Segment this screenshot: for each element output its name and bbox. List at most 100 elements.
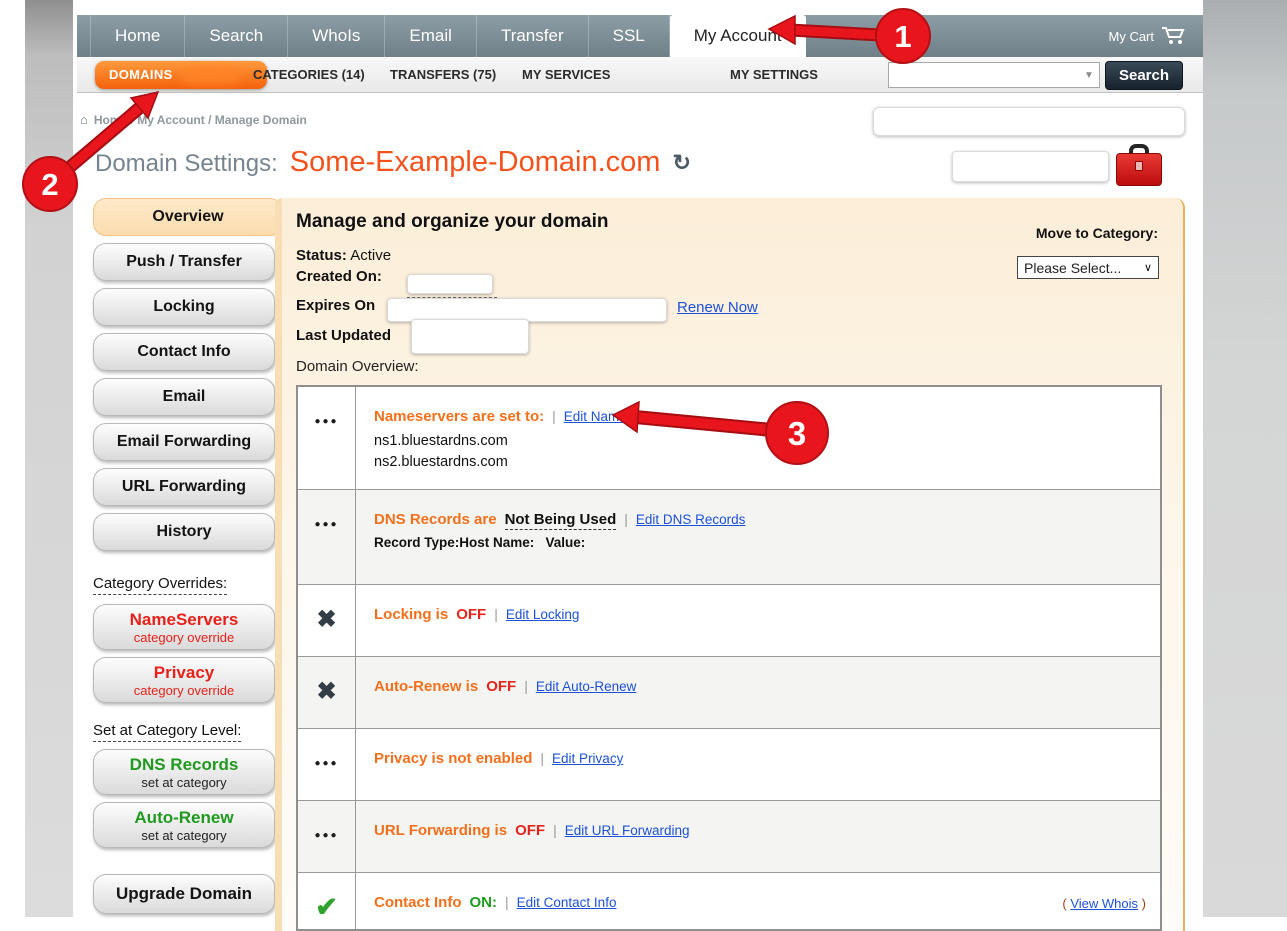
move-to-category-label: Move to Category: [1036,225,1158,241]
row-label: URL Forwarding is [374,822,507,839]
sidebar-item-privacy-override[interactable]: Privacy category override [93,657,275,703]
tab-ssl[interactable]: SSL [589,15,670,57]
status-line: Status: Active [296,247,391,264]
table-row-auto-renew: ✖ Auto-Renew is OFF | Edit Auto-Renew [298,656,1160,728]
breadcrumb: ⌂ Home / My Account / Manage Domain [80,112,307,127]
tab-whois[interactable]: WhoIs [288,15,385,57]
subnav-item-my-settings[interactable]: MY SETTINGS [730,57,818,92]
expires-line: Expires On [296,297,375,314]
divider: | [552,408,556,424]
dns-records-category-title: DNS Records [94,754,274,775]
view-whois-wrap: ( View Whois ) [1062,896,1146,911]
domain-search-combobox[interactable]: ▼ [888,62,1100,88]
move-to-category-select[interactable]: Please Select... ∨ [1017,256,1159,279]
dots-icon: ●●● [314,759,338,800]
edit-contact-info-link[interactable]: Edit Contact Info [517,895,617,910]
set-at-category-label: Set at Category Level: [93,722,241,742]
cart-icon [1161,25,1187,48]
created-line: Created On: [296,268,382,285]
sidebar-item-url-forwarding[interactable]: URL Forwarding [93,468,275,506]
my-cart-button[interactable]: My Cart [1109,15,1188,57]
tab-transfer[interactable]: Transfer [477,15,589,57]
dns-records-category-subtitle: set at category [94,775,274,790]
edit-locking-link[interactable]: Edit Locking [506,607,580,622]
row-label: Privacy is not enabled [374,750,532,767]
toolbox-icon[interactable] [1116,144,1162,188]
upgrade-domain-button[interactable]: Upgrade Domain [93,874,275,914]
tab-search[interactable]: Search [185,15,288,57]
domain-overview-label: Domain Overview: [296,358,419,375]
tab-email[interactable]: Email [385,15,477,57]
sidebar-item-overview[interactable]: Overview [93,198,283,236]
divider: | [624,511,628,527]
status-value: Active [350,247,391,264]
edit-url-forwarding-link[interactable]: Edit URL Forwarding [565,823,690,838]
category-overrides-label: Category Overrides: [93,575,227,595]
sub-navigation: DOMAINS CATEGORIES (14) TRANSFERS (75) M… [77,57,1203,93]
table-row-locking: ✖ Locking is OFF | Edit Locking [298,584,1160,656]
subnav-item-my-services[interactable]: MY SERVICES [522,57,610,92]
refresh-icon[interactable]: ↻ [672,150,690,176]
divider: | [505,894,509,910]
main-heading: Manage and organize your domain [296,211,609,233]
sidebar-item-history[interactable]: History [93,513,275,551]
auto-renew-category-title: Auto-Renew [94,807,274,828]
sidebar-item-push-transfer[interactable]: Push / Transfer [93,243,275,281]
search-button[interactable]: Search [1105,61,1183,90]
row-status: OFF [486,678,516,695]
domains-label: DOMAINS [109,61,173,89]
edit-nameservers-link[interactable]: Edit NameServers [564,409,674,424]
expires-label: Expires On [296,297,375,314]
sidebar-item-contact-info[interactable]: Contact Info [93,333,275,371]
edit-dns-records-link[interactable]: Edit DNS Records [636,512,746,527]
page-title: Domain Settings: Some-Example-Domain.com… [95,146,691,179]
sidebar-item-email-forwarding[interactable]: Email Forwarding [93,423,275,461]
row-label: Nameservers are set to: [374,408,544,425]
table-row-contact-info: ✔ Contact Info ON: | Edit Contact Info (… [298,872,1160,931]
page-title-prefix: Domain Settings: [95,150,278,178]
row-label: Contact Info [374,894,462,911]
renew-now-link[interactable]: Renew Now [677,299,758,316]
chevron-down-icon[interactable]: ▼ [1079,70,1099,81]
tab-home[interactable]: Home [90,15,185,57]
nameservers-override-title: NameServers [94,609,274,630]
cross-icon: ✖ [316,681,336,728]
subnav-item-domains[interactable]: DOMAINS [95,61,267,89]
nameservers-override-subtitle: category override [94,630,274,645]
subnav-item-categories[interactable]: CATEGORIES (14) [253,57,365,92]
page-title-domain: Some-Example-Domain.com [290,146,661,179]
last-updated-redaction [411,319,529,354]
table-row-url-forwarding: ●●● URL Forwarding is OFF | Edit URL For… [298,800,1160,872]
divider: | [540,750,544,766]
sidebar-item-email[interactable]: Email [93,378,275,416]
sidebar-item-dns-records-category[interactable]: DNS Records set at category [93,749,275,795]
edit-privacy-link[interactable]: Edit Privacy [552,751,623,766]
sidebar-item-locking[interactable]: Locking [93,288,275,326]
dots-icon: ●●● [314,417,338,489]
row-label: Locking is [374,606,448,623]
privacy-override-subtitle: category override [94,683,274,698]
chevron-down-icon: ∨ [1144,261,1152,274]
table-row-nameservers: ●●● Nameservers are set to: | Edit NameS… [298,387,1160,489]
last-updated-label: Last Updated [296,327,391,344]
domains-count-redaction [183,68,239,83]
row-label: Auto-Renew is [374,678,478,695]
domain-overview-table: ●●● Nameservers are set to: | Edit NameS… [296,385,1162,931]
sidebar-item-auto-renew-category[interactable]: Auto-Renew set at category [93,802,275,848]
row-label: DNS Records are [374,511,497,528]
sidebar-item-nameservers-override[interactable]: NameServers category override [93,604,275,650]
dots-icon: ●●● [314,520,338,584]
edit-auto-renew-link[interactable]: Edit Auto-Renew [536,679,637,694]
breadcrumb-path[interactable]: Home / My Account / Manage Domain [94,113,307,127]
view-whois-link[interactable]: View Whois [1070,896,1138,911]
status-label: Status: [296,247,347,264]
home-icon: ⌂ [80,112,88,127]
row-status: OFF [515,822,545,839]
domain-search-input[interactable] [889,63,1079,87]
main-panel: Manage and organize your domain Status: … [275,198,1185,931]
subnav-item-transfers[interactable]: TRANSFERS (75) [390,57,496,92]
tab-my-account[interactable]: My Account [670,15,806,57]
created-date-redaction [407,274,493,294]
redaction-box-title-right [952,151,1109,182]
divider: | [524,678,528,694]
